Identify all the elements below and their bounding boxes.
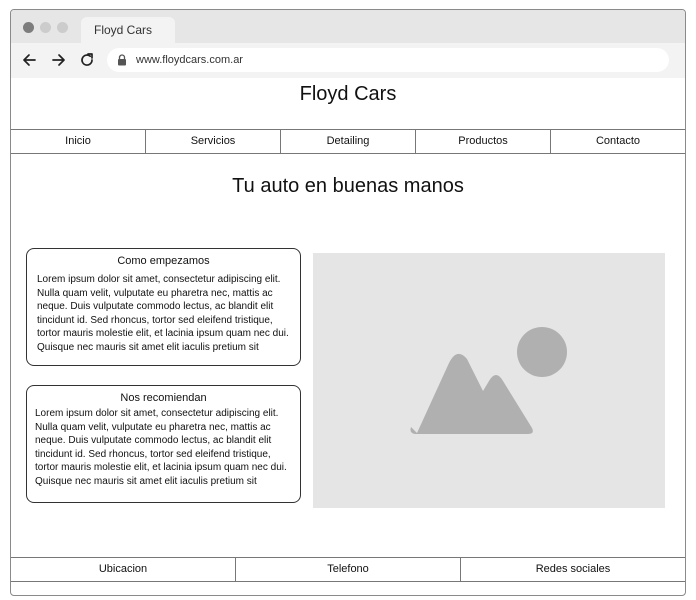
nav-item-inicio[interactable]: Inicio (11, 130, 146, 153)
footer-item-ubicacion[interactable]: Ubicacion (11, 558, 236, 581)
footer-item-telefono[interactable]: Telefono (236, 558, 461, 581)
browser-tab[interactable]: Floyd Cars (81, 17, 175, 43)
image-placeholder (313, 253, 665, 508)
nav-item-detailing[interactable]: Detailing (281, 130, 416, 153)
card-body: Lorem ipsum dolor sit amet, consectetur … (37, 274, 289, 353)
card-nos-recomiendan: Nos recomiendan Lorem ipsum dolor sit am… (26, 385, 301, 503)
nav-item-productos[interactable]: Productos (416, 130, 551, 153)
window-close-dot[interactable] (23, 22, 34, 33)
image-placeholder-icon (410, 327, 567, 434)
address-bar[interactable]: www.floydcars.com.ar (107, 48, 669, 72)
browser-window: Floyd Cars www.floydcars.com.ar Floyd Ca… (10, 9, 686, 596)
card-title: Como empezamos (117, 255, 210, 267)
card-title: Nos recomiendan (120, 392, 207, 404)
reload-icon[interactable] (78, 51, 96, 69)
footer-nav: Ubicacion Telefono Redes sociales (11, 557, 685, 582)
lock-icon (118, 54, 126, 66)
nav-item-servicios[interactable]: Servicios (146, 130, 281, 153)
browser-tab-title: Floyd Cars (94, 23, 153, 37)
url-text: www.floydcars.com.ar (136, 54, 243, 66)
browser-tab-bar: Floyd Cars (11, 10, 685, 43)
main-nav: Inicio Servicios Detailing Productos Con… (11, 129, 685, 154)
window-maximize-dot[interactable] (57, 22, 68, 33)
back-arrow-icon[interactable] (21, 51, 39, 69)
nav-item-contacto[interactable]: Contacto (551, 130, 685, 153)
site-title: Floyd Cars (299, 83, 397, 105)
forward-arrow-icon[interactable] (49, 51, 67, 69)
browser-toolbar: www.floydcars.com.ar (11, 43, 685, 78)
card-body: Lorem ipsum dolor sit amet, consectetur … (35, 408, 287, 487)
window-minimize-dot[interactable] (40, 22, 51, 33)
footer-item-redes-sociales[interactable]: Redes sociales (461, 558, 685, 581)
hero-title: Tu auto en buenas manos (232, 175, 464, 197)
card-como-empezamos: Como empezamos Lorem ipsum dolor sit ame… (26, 248, 301, 366)
